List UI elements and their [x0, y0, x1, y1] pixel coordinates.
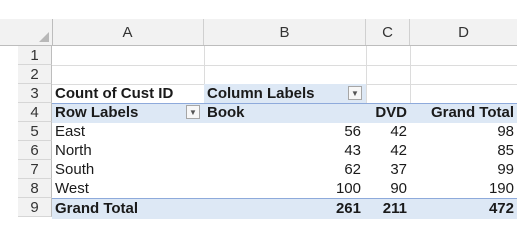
value-cell-book[interactable]: 62	[204, 160, 364, 179]
row-header-5[interactable]: 5	[18, 122, 52, 141]
row-header-3[interactable]: 3	[18, 84, 52, 103]
column-header-c[interactable]: C	[366, 19, 410, 45]
value-cell-total[interactable]: 98	[410, 122, 517, 141]
value-cell-dvd[interactable]: 42	[366, 141, 410, 160]
grand-total-dvd[interactable]: 211	[366, 199, 410, 218]
row-header-8[interactable]: 8	[18, 179, 52, 198]
grand-total-label[interactable]: Grand Total	[52, 199, 204, 218]
pivot-row-labels[interactable]: Row Labels	[52, 103, 204, 122]
row-label-cell[interactable]: West	[52, 179, 204, 198]
pivot-values-label[interactable]: Count of Cust ID	[52, 84, 204, 103]
top-margin	[0, 0, 517, 19]
row-label-cell[interactable]: South	[52, 160, 204, 179]
value-cell-total[interactable]: 190	[410, 179, 517, 198]
chevron-down-icon: ▼	[189, 107, 197, 117]
gridline	[204, 46, 205, 84]
value-cell-dvd[interactable]: 37	[366, 160, 410, 179]
row-header-2[interactable]: 2	[18, 65, 52, 84]
row-header-6[interactable]: 6	[18, 141, 52, 160]
value-cell-book[interactable]: 56	[204, 122, 364, 141]
value-cell-total[interactable]: 85	[410, 141, 517, 160]
value-cell-dvd[interactable]: 42	[366, 122, 410, 141]
value-cell-total[interactable]: 99	[410, 160, 517, 179]
spreadsheet: A B C D 1 2 3 4 5 6 7 8 9 Count of Cust …	[0, 0, 517, 252]
grand-total-total[interactable]: 472	[410, 199, 517, 218]
row-header-4[interactable]: 4	[18, 103, 52, 122]
gridline	[52, 65, 517, 66]
row-header-1[interactable]: 1	[18, 46, 52, 65]
column-header-b[interactable]: B	[204, 19, 366, 45]
pivot-column-labels[interactable]: Column Labels	[204, 84, 366, 103]
row-labels-filter-button[interactable]: ▼	[186, 105, 200, 119]
header-dvd[interactable]: DVD	[366, 103, 410, 122]
column-labels-filter-button[interactable]: ▼	[348, 86, 362, 100]
chevron-down-icon: ▼	[351, 88, 359, 98]
value-cell-book[interactable]: 100	[204, 179, 364, 198]
gridline	[366, 46, 367, 103]
select-all-corner[interactable]	[18, 19, 53, 45]
gridline	[410, 46, 411, 103]
row-header-9[interactable]: 9	[18, 198, 52, 217]
header-book[interactable]: Book	[204, 103, 366, 122]
select-all-triangle-icon	[39, 32, 49, 42]
column-header-a[interactable]: A	[52, 19, 204, 45]
header-grand-total[interactable]: Grand Total	[410, 103, 517, 122]
value-cell-dvd[interactable]: 90	[366, 179, 410, 198]
row-label-cell[interactable]: East	[52, 122, 204, 141]
column-header-d[interactable]: D	[410, 19, 517, 45]
grand-total-book[interactable]: 261	[204, 199, 364, 218]
row-header-7[interactable]: 7	[18, 160, 52, 179]
value-cell-book[interactable]: 43	[204, 141, 364, 160]
row-label-cell[interactable]: North	[52, 141, 204, 160]
